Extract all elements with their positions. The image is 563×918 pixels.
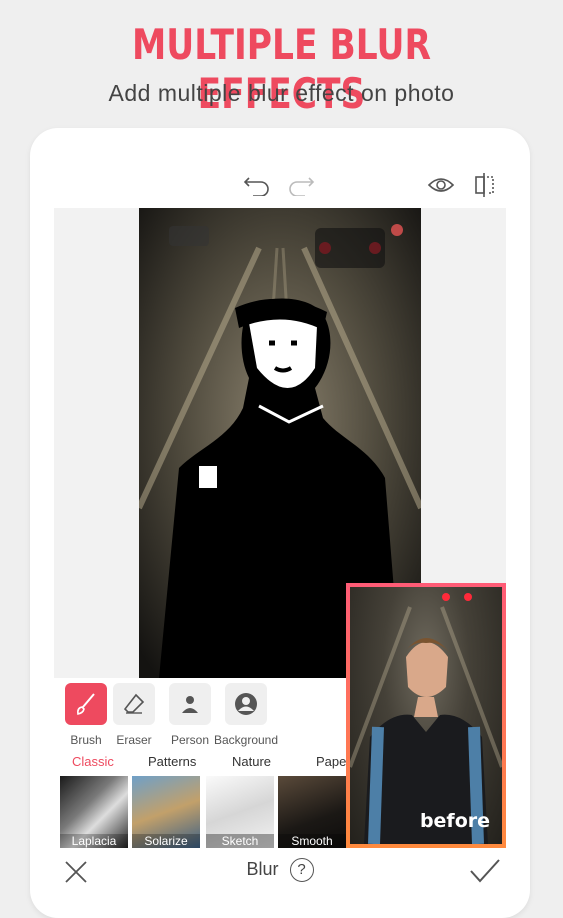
help-icon[interactable]: ? [289,858,314,882]
tab-classic[interactable]: Classic [72,754,114,769]
before-preview: before [346,583,506,848]
filter-thumbnails: Laplacia Solarize Sketch Smooth [60,776,360,848]
filter-smooth[interactable]: Smooth [278,776,346,848]
eraser-icon [113,683,155,725]
filter-solarize[interactable]: Solarize [132,776,200,848]
check-icon[interactable] [468,856,502,886]
tool-background[interactable]: Background [214,683,278,747]
brush-icon [65,683,107,725]
filter-label: Smooth [278,834,346,848]
tab-nature[interactable]: Nature [232,754,271,769]
eye-icon[interactable] [424,168,458,202]
bottom-action-bar: Blur ? [30,852,530,892]
filter-laplacia[interactable]: Laplacia [60,776,128,848]
tab-patterns[interactable]: Patterns [148,754,196,769]
promo-subhead: Add multiple blur effect on photo [108,80,455,106]
person-icon [169,683,211,725]
filter-label: Sketch [206,834,274,848]
editor-card: Brush Eraser Person Background Classic P… [30,128,530,918]
filter-label: Laplacia [60,834,128,848]
filter-sketch[interactable]: Sketch [206,776,274,848]
background-icon [225,683,267,725]
bottom-title-group: Blur ? [30,858,530,882]
tool-label: Background [213,733,279,747]
redo-icon[interactable] [284,168,318,202]
before-photo: before [350,587,502,844]
undo-icon[interactable] [240,168,274,202]
before-label: before [419,810,490,832]
panel-title: Blur [246,858,279,879]
filter-label: Solarize [132,834,200,848]
editor-toolbar [30,168,530,202]
blur-tools: Brush Eraser Person Background [56,683,356,749]
compare-icon[interactable] [468,168,502,202]
